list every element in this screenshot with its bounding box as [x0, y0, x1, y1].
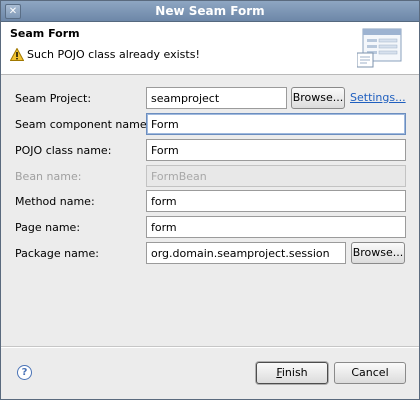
dialog-window: ✕ New Seam Form Seam Form Such POJO clas… [0, 0, 420, 400]
seam-project-label: Seam Project: [15, 92, 92, 105]
seam-project-field[interactable]: seamproject [146, 87, 287, 109]
row-page-name: Page name: form [1, 216, 419, 240]
settings-link[interactable]: Settings... [350, 91, 406, 104]
row-method-name: Method name: form [1, 190, 419, 214]
row-seam-component: Seam component name: Form [1, 113, 419, 137]
page-name-label: Page name: [15, 221, 81, 234]
footer-separator [1, 346, 419, 348]
pojo-class-label: POJO class name: [15, 144, 112, 157]
warning-icon [10, 48, 24, 61]
banner-title: Seam Form [10, 27, 80, 40]
banner-message: Such POJO class already exists! [27, 48, 200, 61]
help-icon[interactable]: ? [17, 365, 32, 380]
row-pojo-class: POJO class name: Form [1, 139, 419, 163]
page-name-field[interactable]: form [146, 216, 406, 238]
package-browse-button[interactable]: Browse... [351, 242, 405, 264]
title-bar[interactable]: ✕ New Seam Form [1, 1, 419, 22]
window-title: New Seam Form [155, 4, 265, 18]
bean-name-label: Bean name: [15, 170, 82, 183]
seam-component-field[interactable]: Form [146, 113, 406, 135]
wizard-banner: Seam Form Such POJO class already exists… [1, 22, 419, 75]
method-name-field[interactable]: form [146, 190, 406, 212]
package-name-label: Package name: [15, 247, 99, 260]
row-package-name: Package name: org.domain.seamproject.ses… [1, 242, 419, 266]
method-name-label: Method name: [15, 195, 95, 208]
seam-component-label: Seam component name: [15, 118, 151, 131]
row-seam-project: Seam Project: seamproject Browse... Sett… [1, 87, 419, 111]
finish-label-rest: inish [281, 366, 308, 379]
row-bean-name: Bean name: FormBean [1, 165, 419, 189]
cancel-button[interactable]: Cancel [334, 362, 406, 384]
wizard-form-icon [357, 28, 402, 68]
project-browse-button[interactable]: Browse... [291, 87, 345, 109]
finish-button[interactable]: Finish [256, 362, 328, 384]
package-name-field[interactable]: org.domain.seamproject.session [146, 242, 346, 264]
bean-name-field: FormBean [146, 165, 406, 187]
pojo-class-field[interactable]: Form [146, 139, 406, 161]
